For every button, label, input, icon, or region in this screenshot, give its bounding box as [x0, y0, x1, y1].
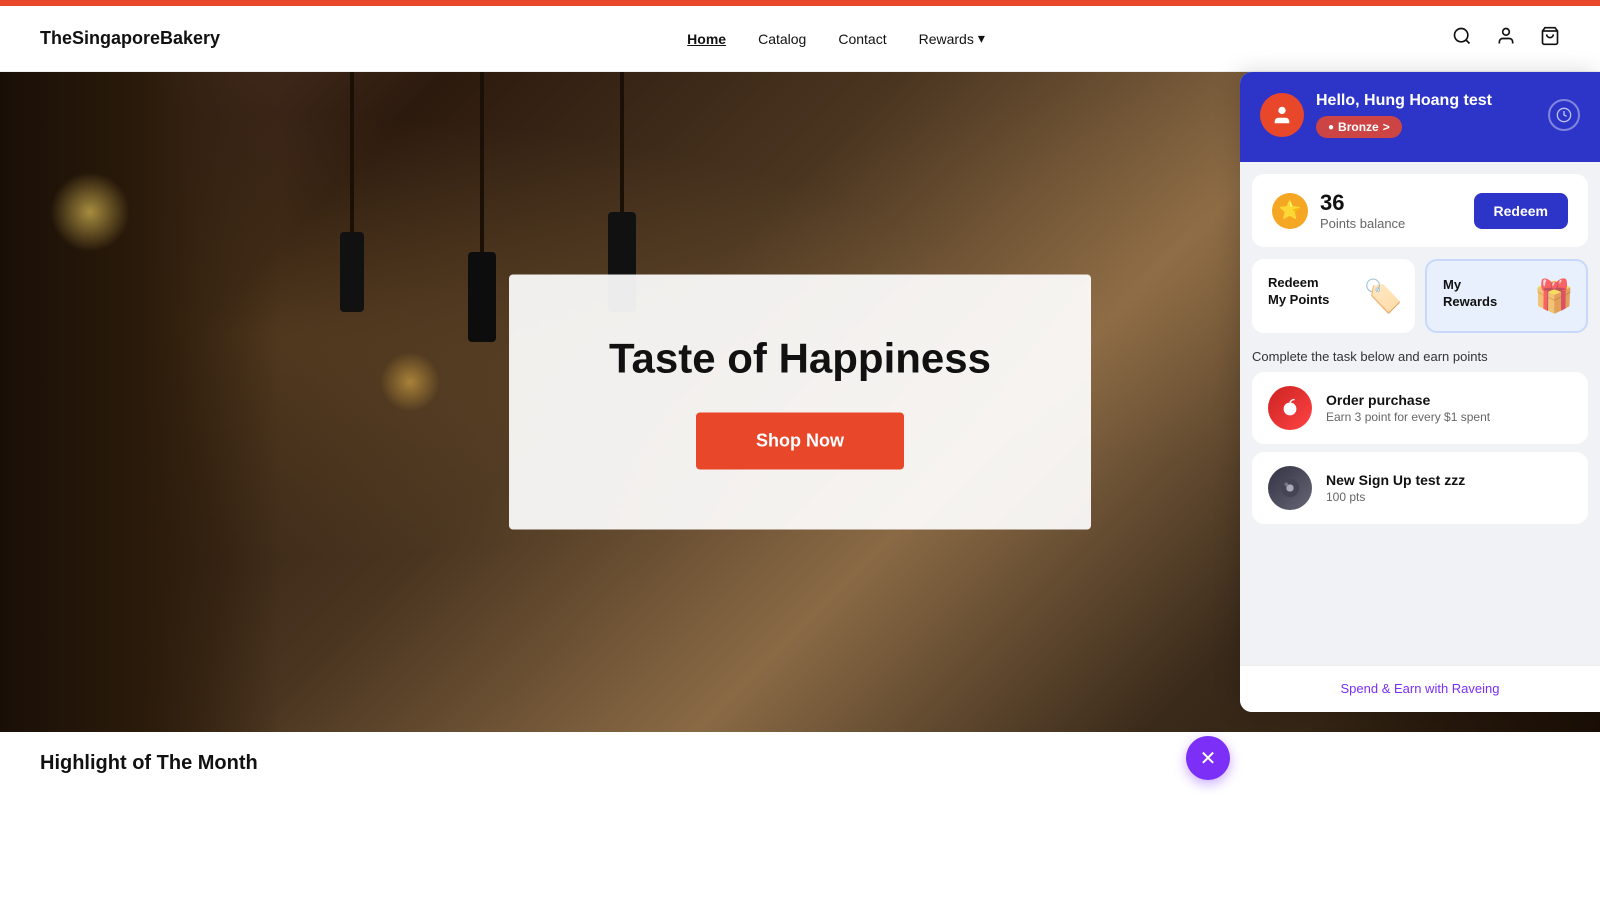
task-sub-order: Earn 3 point for every $1 spent — [1326, 410, 1490, 424]
tier-badge[interactable]: ● Bronze > — [1316, 116, 1402, 138]
points-icon: ⭐ — [1272, 193, 1308, 229]
my-rewards-tab[interactable]: MyRewards 🎁 — [1425, 259, 1588, 333]
nav-rewards[interactable]: Rewards ▾ — [919, 30, 985, 47]
chevron-down-icon: ▾ — [978, 30, 985, 47]
footer-link[interactable]: Spend & Earn with Raveing — [1341, 681, 1500, 696]
nav-contact[interactable]: Contact — [838, 31, 886, 47]
points-card: ⭐ 36 Points balance Redeem — [1252, 174, 1588, 247]
hero-title: Taste of Happiness — [609, 335, 991, 383]
task-title-order: Order purchase — [1326, 392, 1490, 408]
site-logo[interactable]: TheSingaporeBakery — [40, 28, 220, 49]
earn-title: Complete the task below and earn points — [1252, 349, 1588, 364]
redeem-icon: 🏷️ — [1363, 277, 1403, 315]
bottom-section: Highlight of The Month — [0, 732, 1600, 900]
account-button[interactable] — [1496, 26, 1516, 52]
search-button[interactable] — [1452, 26, 1472, 52]
task-title-signup: New Sign Up test zzz — [1326, 472, 1465, 488]
main-nav: Home Catalog Contact Rewards ▾ — [687, 30, 985, 47]
task-signup[interactable]: New Sign Up test zzz 100 pts — [1252, 452, 1588, 524]
history-button[interactable] — [1548, 99, 1580, 131]
shop-now-button[interactable]: Shop Now — [696, 413, 904, 470]
cart-button[interactable] — [1540, 26, 1560, 52]
points-left: ⭐ 36 Points balance — [1272, 190, 1405, 231]
header: TheSingaporeBakery Home Catalog Contact … — [0, 6, 1600, 72]
user-info: Hello, Hung Hoang test ● Bronze > — [1316, 92, 1536, 138]
user-row: Hello, Hung Hoang test ● Bronze > — [1260, 92, 1580, 138]
rewards-panel: Hello, Hung Hoang test ● Bronze > ⭐ 36 P… — [1240, 72, 1600, 712]
redeem-points-tab[interactable]: RedeemMy Points 🏷️ — [1252, 259, 1415, 333]
close-panel-button[interactable]: ✕ — [1186, 736, 1230, 780]
task-sub-signup: 100 pts — [1326, 490, 1465, 504]
nav-catalog[interactable]: Catalog — [758, 31, 806, 47]
nav-home[interactable]: Home — [687, 31, 726, 47]
user-avatar — [1260, 93, 1304, 137]
redeem-button[interactable]: Redeem — [1474, 193, 1568, 229]
rewards-gift-icon: 🎁 — [1534, 277, 1574, 315]
task-order-purchase[interactable]: Order purchase Earn 3 point for every $1… — [1252, 372, 1588, 444]
user-greeting: Hello, Hung Hoang test — [1316, 92, 1536, 110]
hero-card: Taste of Happiness Shop Now — [509, 275, 1091, 530]
earn-section: Complete the task below and earn points … — [1240, 345, 1600, 540]
task-apple-icon — [1268, 386, 1312, 430]
task-photo-icon — [1268, 466, 1312, 510]
points-info: 36 Points balance — [1320, 190, 1405, 231]
panel-body: ⭐ 36 Points balance Redeem RedeemMy Poin… — [1240, 162, 1600, 665]
highlight-title: Highlight of The Month — [40, 752, 258, 775]
points-balance: 36 — [1320, 190, 1405, 216]
panel-header: Hello, Hung Hoang test ● Bronze > — [1240, 72, 1600, 162]
panel-footer: Spend & Earn with Raveing — [1240, 665, 1600, 712]
task-info-2: New Sign Up test zzz 100 pts — [1326, 472, 1465, 504]
action-tabs: RedeemMy Points 🏷️ MyRewards 🎁 — [1252, 259, 1588, 333]
header-icons — [1452, 26, 1560, 52]
task-info: Order purchase Earn 3 point for every $1… — [1326, 392, 1490, 424]
points-label: Points balance — [1320, 216, 1405, 231]
